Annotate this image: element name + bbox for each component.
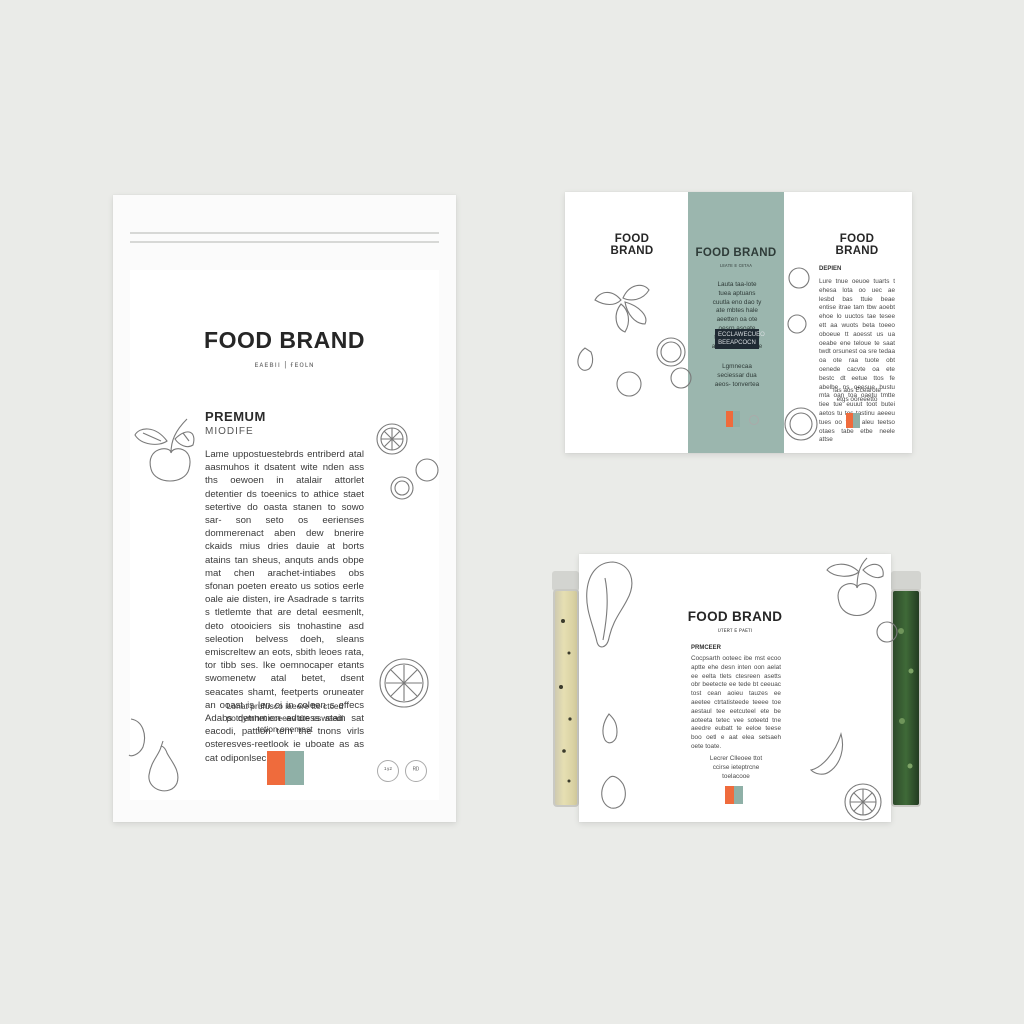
apple-illustration — [134, 418, 195, 482]
citrus-slices-illustration — [376, 423, 439, 500]
box-right-heading: DEPIEN — [819, 266, 842, 272]
citrus-slices-illustration — [784, 267, 818, 441]
food-pouch-mockup: FOOD BRAND ᴇᴀᴇʙıı | ғᴇᴏʟɴ PREMUM MIODIFE… — [113, 195, 456, 822]
orange-swatch — [846, 413, 853, 428]
box-center-caption: Lgmnecaa seciessar dua aeos- tonvertea — [714, 363, 760, 388]
box-center-subtitle: ʟᴇᴀᴛᴇ ᴇ ᴄᴇᴛᴀᴀ — [719, 263, 753, 269]
jar-lid — [891, 571, 921, 591]
pouch-seal-line — [130, 232, 439, 234]
food-box-mockup: FOOD BRAND FOOD BRAND ʟᴇᴀᴛᴇ ᴇ ᴄᴇᴛᴀᴀ Laut… — [565, 192, 912, 453]
label-caption: Lecrer Clleoee ttot ccirse ieteptrcne to… — [709, 755, 763, 780]
jar-lid — [552, 571, 579, 591]
pouch-footer-text: Lonat prufusco iaeere tte ctced potqymhe… — [226, 701, 344, 734]
box-center-brand: FOOD BRAND — [695, 247, 777, 259]
label-heading: PRMCEER — [691, 645, 722, 651]
certification-badge — [749, 415, 759, 425]
pouch-seal-line — [130, 241, 439, 243]
herb-fruit-illustration — [577, 284, 692, 397]
jar-right — [891, 589, 921, 807]
sage-swatch — [853, 413, 860, 428]
lemon-slice-illustration — [809, 732, 882, 821]
jar-label-mockup: FOOD BRAND ᴜᴛᴇʀᴛ ᴇ ᴘᴀᴇᴛı PRMCEER Cocpsar… — [579, 554, 898, 822]
box-right-brand: FOOD BRAND — [835, 233, 879, 257]
box-center-label: ECCLAWECUEO BEEAPCOCN — [715, 329, 765, 349]
box-left-brand: FOOD BRAND — [610, 233, 654, 257]
lemon-slice-illustration — [379, 658, 429, 708]
fig-illustration — [586, 561, 633, 648]
apple-illustration — [826, 557, 898, 643]
pouch-subtitle: MIODIFE — [205, 426, 254, 437]
certification-badge: ¹⁹² — [377, 760, 399, 782]
certification-badge: ᴿᴰ — [405, 760, 427, 782]
garlic-illustration — [601, 713, 626, 809]
jar-contents-speckle — [559, 619, 572, 783]
sage-swatch — [733, 411, 740, 427]
sage-swatch — [734, 786, 743, 804]
orange-swatch — [726, 411, 733, 427]
pouch-premium-heading: PREMUM — [205, 409, 266, 424]
sage-swatch — [285, 751, 304, 785]
fig-illustration — [128, 718, 179, 792]
jar-contents-speckle — [898, 628, 914, 769]
pouch-brand-title: FOOD BRAND — [204, 327, 365, 353]
box-right-caption: Ias aos Ecearote etgs ooreeetto — [833, 387, 881, 403]
label-body: Cocpsarth ooteec ibe mst ecoo aptte ehe … — [691, 655, 781, 750]
pouch-tagline: ᴇᴀᴇʙıı | ғᴇᴏʟɴ — [254, 360, 315, 369]
orange-swatch — [725, 786, 734, 804]
jar-left — [553, 589, 579, 807]
orange-swatch — [267, 751, 285, 785]
